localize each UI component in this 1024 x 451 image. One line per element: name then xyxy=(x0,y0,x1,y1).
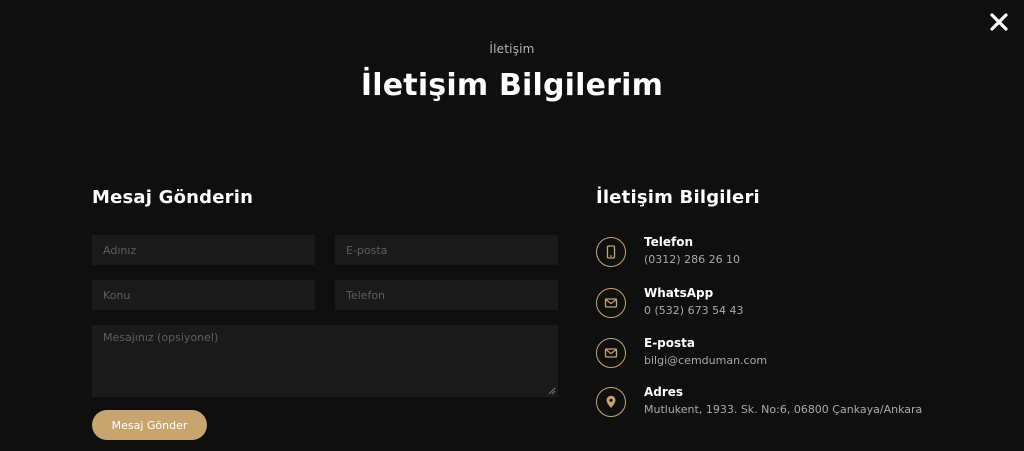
contact-item-whatsapp: WhatsApp 0 (532) 673 54 43 xyxy=(596,286,996,328)
email-input[interactable] xyxy=(335,235,558,265)
map-pin-icon xyxy=(596,387,626,417)
close-icon xyxy=(990,13,1008,31)
address-value: Mutlukent, 1933. Sk. No:6, 06800 Çankaya… xyxy=(644,403,923,416)
contact-label: Telefon xyxy=(644,235,693,249)
contact-info: İletişim Bilgileri Telefon (0312) 286 26… xyxy=(596,187,996,417)
contact-item-email: E-posta bilgi@cemduman.com xyxy=(596,336,996,378)
envelope-icon xyxy=(596,338,626,368)
page-title: İletişim Bilgilerim xyxy=(360,68,664,103)
contact-item-address: Adres Mutlukent, 1933. Sk. No:6, 06800 Ç… xyxy=(596,385,996,427)
contact-item-phone: Telefon (0312) 286 26 10 xyxy=(596,235,996,277)
close-button[interactable] xyxy=(988,11,1010,33)
whatsapp-value[interactable]: 0 (532) 673 54 43 xyxy=(644,304,744,317)
subject-input[interactable] xyxy=(92,280,315,310)
envelope-icon xyxy=(596,288,626,318)
name-input[interactable] xyxy=(92,235,315,265)
message-form: Mesaj Gönderin Mesaj Gönder xyxy=(92,187,558,440)
send-message-button[interactable]: Mesaj Gönder xyxy=(92,410,207,440)
eyebrow-label: İletişim xyxy=(489,42,535,56)
contact-info-title: İletişim Bilgileri xyxy=(596,187,760,208)
resize-grip-icon[interactable] xyxy=(548,387,556,395)
contact-modal: İletişim İletişim Bilgilerim Mesaj Gönde… xyxy=(0,0,1024,451)
phone-input[interactable] xyxy=(335,280,558,310)
contact-label: WhatsApp xyxy=(644,286,714,300)
form-title: Mesaj Gönderin xyxy=(92,187,254,208)
email-value[interactable]: bilgi@cemduman.com xyxy=(644,354,767,367)
contact-label: E-posta xyxy=(644,336,695,350)
modal-header: İletişim İletişim Bilgilerim xyxy=(0,42,1024,103)
message-textarea[interactable] xyxy=(92,325,558,397)
contact-label: Adres xyxy=(644,385,684,399)
phone-value[interactable]: (0312) 286 26 10 xyxy=(644,253,740,266)
mobile-phone-icon xyxy=(596,237,626,267)
